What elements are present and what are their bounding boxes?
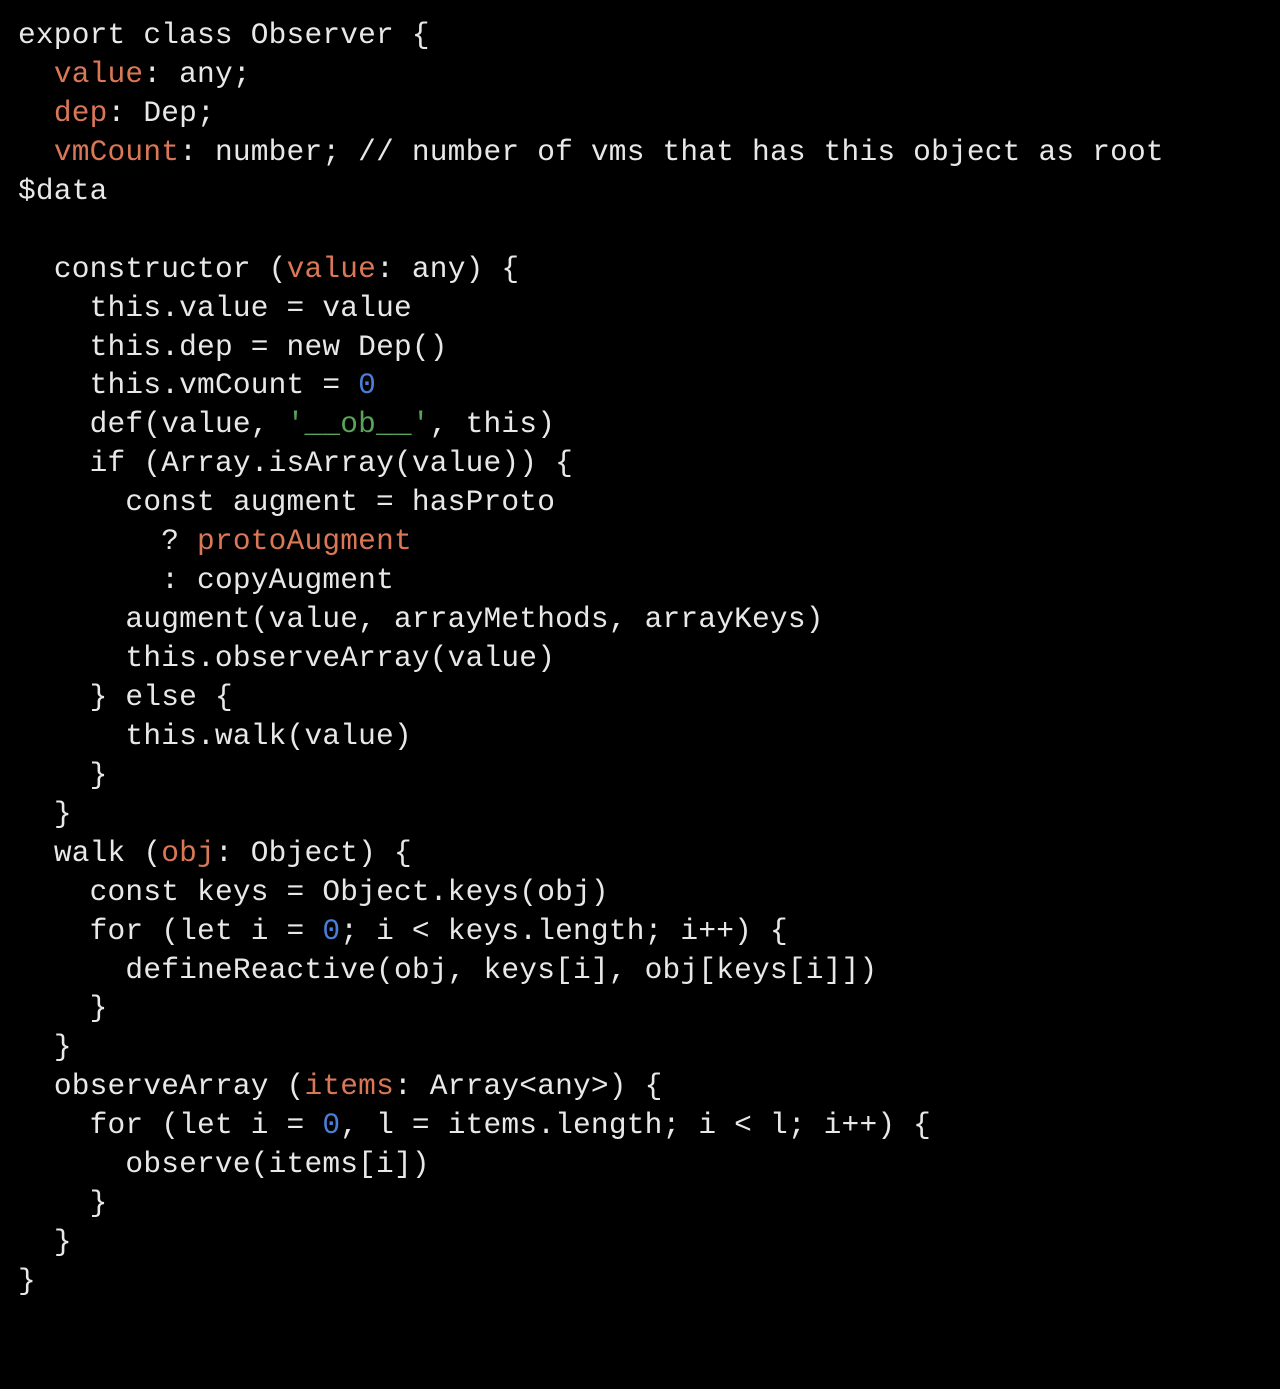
code-token: } (18, 1186, 108, 1220)
code-token: : copyAugment (18, 563, 394, 597)
code-token: const augment = hasProto (18, 485, 555, 519)
code-token: value (287, 252, 377, 286)
code-token: 0 (322, 1108, 340, 1142)
code-token: 0 (322, 914, 340, 948)
code-token: , l = items.length; i < l; i++) { (340, 1108, 931, 1142)
code-token: export class Observer { (18, 18, 430, 52)
code-token: protoAugment (197, 524, 412, 558)
code-token: observeArray ( (18, 1069, 304, 1103)
code-block: export class Observer { value: any; dep:… (0, 0, 1280, 1317)
code-token: } (18, 797, 72, 831)
code-token: : Object) { (215, 836, 412, 870)
code-token: obj (161, 836, 215, 870)
code-token (18, 135, 54, 169)
code-token: defineReactive(obj, keys[i], obj[keys[i]… (18, 953, 877, 987)
code-token: this.value = value (18, 291, 412, 325)
code-token: ? (18, 524, 197, 558)
code-token: def(value, (18, 407, 287, 441)
code-token: ; i < keys.length; i++) { (340, 914, 788, 948)
code-token: value (54, 57, 144, 91)
code-token: : any) { (376, 252, 519, 286)
code-token: constructor ( (18, 252, 287, 286)
code-token: walk ( (18, 836, 161, 870)
code-token: this.vmCount = (18, 368, 358, 402)
code-token: const keys = Object.keys(obj) (18, 875, 609, 909)
code-token: , this) (430, 407, 555, 441)
code-token: : any; (143, 57, 250, 91)
code-token (18, 57, 54, 91)
code-token: } else { (18, 680, 233, 714)
code-token: items (304, 1069, 394, 1103)
code-token: } (18, 991, 108, 1025)
code-token: observe(items[i]) (18, 1147, 430, 1181)
code-token: } (18, 758, 108, 792)
code-token: dep (54, 96, 108, 130)
code-token: : Array<any>) { (394, 1069, 663, 1103)
code-token: augment(value, arrayMethods, arrayKeys) (18, 602, 824, 636)
code-token: : Dep; (108, 96, 215, 130)
code-token: for (let i = (18, 1108, 322, 1142)
code-token: for (let i = (18, 914, 322, 948)
code-token: vmCount (54, 135, 179, 169)
code-token: } (18, 1030, 72, 1064)
code-token: : number; (179, 135, 358, 169)
code-token: } (18, 1264, 36, 1298)
code-token: this.dep = new Dep() (18, 330, 448, 364)
code-token: this.observeArray(value) (18, 641, 555, 675)
code-token: } (18, 1225, 72, 1259)
code-token (18, 96, 54, 130)
code-token: '__ob__' (287, 407, 430, 441)
code-token: this.walk(value) (18, 719, 412, 753)
code-token: 0 (358, 368, 376, 402)
code-token: if (Array.isArray(value)) { (18, 446, 573, 480)
